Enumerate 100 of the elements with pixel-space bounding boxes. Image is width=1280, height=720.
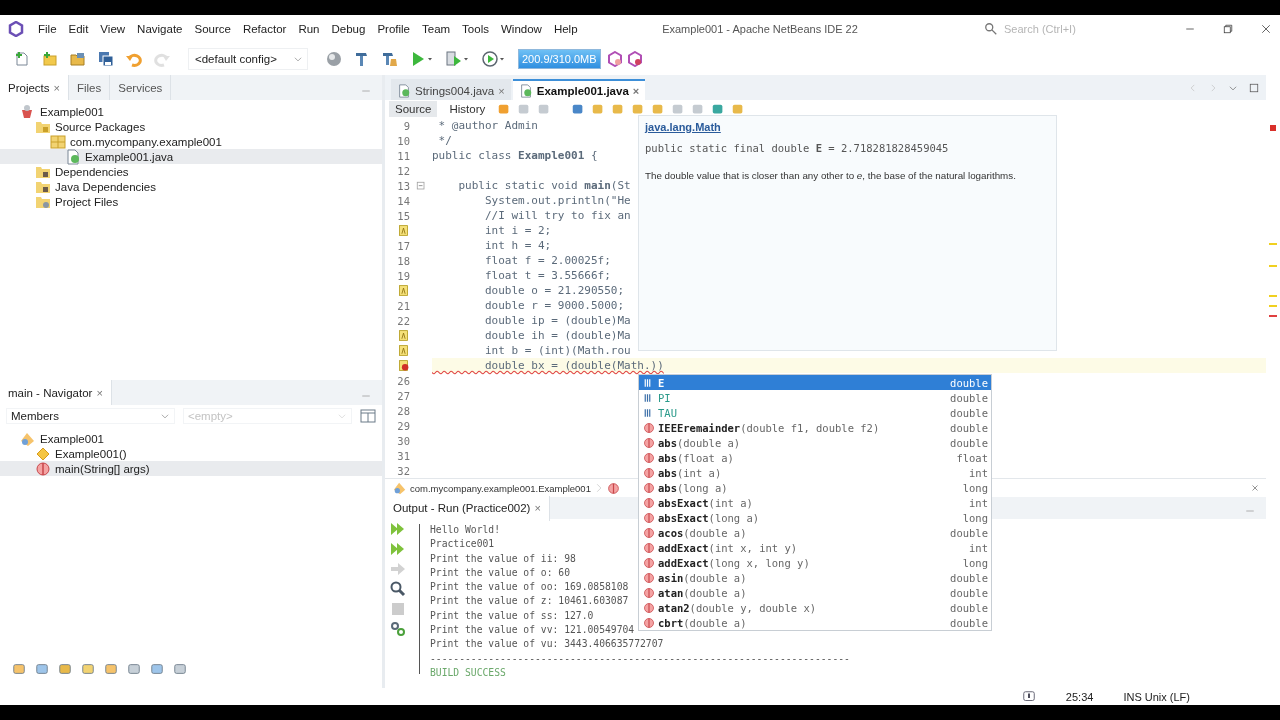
line-number: 27 (397, 389, 410, 402)
code-line: double ip = (double)Ma (483, 313, 631, 328)
output-line: Print the value of ss: 127.0 (430, 609, 594, 623)
panel-tab[interactable]: Projects × (0, 75, 69, 100)
description-text: The double value that is closer than any other to e, the base of the natural logarithms. (645, 170, 1017, 181)
members-dropdown[interactable]: Members (6, 408, 175, 424)
file-tab[interactable]: Strings004.java × (391, 79, 511, 100)
line-number: 17 (397, 239, 410, 252)
line-number: 12 (397, 164, 410, 177)
output-line: BUILD SUCCESS (430, 666, 506, 680)
line-number: 14 (397, 194, 410, 207)
code-line: //I will try to fix an (483, 208, 631, 223)
output-tab[interactable]: Output - Run (Practice002) × (385, 495, 550, 521)
code-line: int b = (int)(Math.rou (483, 343, 631, 358)
completion-item[interactable]: abs(long a) long (639, 480, 991, 495)
line-number: 13 (397, 179, 410, 192)
output-line: Print the value of oo: 169.0858108 (430, 581, 629, 595)
breadcrumb[interactable]: com.mycompany.example001.Example001 (410, 482, 591, 494)
output-line: Print the value of o: 60 (430, 566, 570, 580)
menu-item[interactable]: Refactor (236, 23, 293, 35)
code-line: System.out.println("He (483, 193, 631, 208)
tree-item[interactable]: Example001 (0, 431, 382, 446)
completion-item[interactable]: atan(double a) double (639, 585, 991, 600)
completion-item[interactable]: addExact(int x, int y) int (639, 540, 991, 555)
tree-item[interactable]: main(String[] args) (0, 461, 382, 476)
search-field[interactable]: Search (Ctrl+I) (1002, 22, 1126, 36)
insert-mode: INS Unix (LF) (1123, 690, 1190, 703)
line-number: 21 (397, 299, 410, 312)
tree-item[interactable]: com.mycompany.example001 (0, 134, 382, 149)
file-tab[interactable]: Example001.java × (512, 79, 646, 100)
javadoc-link[interactable]: java.lang.Math (645, 121, 721, 133)
menu-item[interactable]: View (94, 23, 132, 35)
code-line: public class Example001 { (432, 148, 598, 163)
completion-item[interactable]: TAU double (639, 405, 991, 420)
code-line: double r = 9000.5000; (483, 298, 625, 313)
menu-item[interactable]: Profile (371, 23, 416, 35)
completion-item[interactable]: abs(float a) float (639, 450, 991, 465)
line-number: 19 (397, 269, 410, 282)
code-line: float f = 2.00025f; (483, 253, 611, 268)
line-number: 29 (397, 419, 410, 432)
output-line: Print the value of z: 10461.603087 (430, 595, 629, 609)
output-line: Hello World! (430, 524, 500, 537)
line-number: 26 (397, 374, 410, 387)
completion-item[interactable]: asin(double a) double (639, 570, 991, 585)
tree-item[interactable]: Java Dependencies (0, 179, 382, 194)
menu-item[interactable]: Debug (325, 23, 372, 35)
menu-item[interactable]: Source (188, 23, 237, 35)
tree-item[interactable]: Example001.java (0, 149, 382, 164)
output-line: Practice001 (430, 538, 495, 552)
menu-item[interactable]: Help (547, 23, 584, 35)
completion-item[interactable]: E double (639, 375, 991, 390)
tree-item[interactable]: Dependencies (0, 164, 382, 179)
line-number: 18 (397, 254, 410, 267)
line-number: 9 (403, 119, 410, 132)
code-line: * @author Admin (437, 118, 538, 133)
menu-item[interactable]: Window (494, 23, 548, 35)
output-line: ------------------------------------------------------------------------ (430, 652, 850, 666)
menu-item[interactable]: Run (292, 23, 326, 35)
tree-item[interactable]: Source Packages (0, 119, 382, 134)
panel-tab[interactable]: main - Navigator × (0, 380, 112, 405)
completion-item[interactable]: absExact(long a) long (639, 510, 991, 525)
panel-tab[interactable]: Files (69, 75, 111, 100)
completion-item[interactable]: cbrt(double a) double (639, 615, 991, 630)
line-number: 32 (397, 464, 410, 477)
code-line: int h = 4; (483, 238, 552, 253)
completion-item[interactable]: absExact(int a) int (639, 495, 991, 510)
tree-item[interactable]: Example001() (0, 446, 382, 461)
menu-item[interactable]: Edit (62, 23, 95, 35)
code-line: float t = 3.55666f; (483, 268, 611, 283)
tree-item[interactable]: Project Files (0, 194, 382, 209)
completion-item[interactable]: abs(double a) double (639, 435, 991, 450)
code-line: double ih = (double)Ma (483, 328, 631, 343)
config-dropdown[interactable]: <default config> (188, 48, 308, 70)
view-tab[interactable]: Source (389, 101, 438, 117)
view-tab[interactable]: History (443, 101, 492, 117)
menu-item[interactable]: File (32, 23, 63, 35)
panel-tab[interactable]: Services (110, 75, 172, 100)
menu-item[interactable]: Team (416, 23, 457, 35)
signature-text: public static final double E = 2.718281828459045 (645, 142, 950, 154)
completion-item[interactable]: atan2(double y, double x) double (639, 600, 991, 615)
completion-item[interactable]: addExact(long x, long y) long (639, 555, 991, 570)
caret-position: 25:34 (1065, 690, 1094, 703)
code-line: int i = 2; (483, 223, 552, 238)
line-number: 11 (397, 149, 410, 162)
output-line: Print the value of vv: 121.00549704 (430, 624, 635, 638)
completion-item[interactable]: abs(int a) int (639, 465, 991, 480)
line-number: 31 (397, 449, 410, 462)
tree-item[interactable]: Example001 (0, 104, 382, 119)
code-line: public static void main(St (457, 178, 631, 193)
menu-item[interactable]: Navigate (131, 23, 189, 35)
completion-item[interactable]: PI double (639, 390, 991, 405)
code-line: double o = 21.290550; (483, 283, 625, 298)
output-line: Print the value of vu: 3443.406635772707 (430, 638, 664, 652)
completion-item[interactable]: acos(double a) double (639, 525, 991, 540)
output-line: Print the value of ii: 98 (430, 552, 576, 566)
code-line: */ (437, 133, 452, 148)
line-number: 10 (397, 134, 410, 147)
line-number: 30 (397, 434, 410, 447)
completion-item[interactable]: IEEEremainder(double f1, double f2) double (639, 420, 991, 435)
menu-item[interactable]: Tools (456, 23, 495, 35)
